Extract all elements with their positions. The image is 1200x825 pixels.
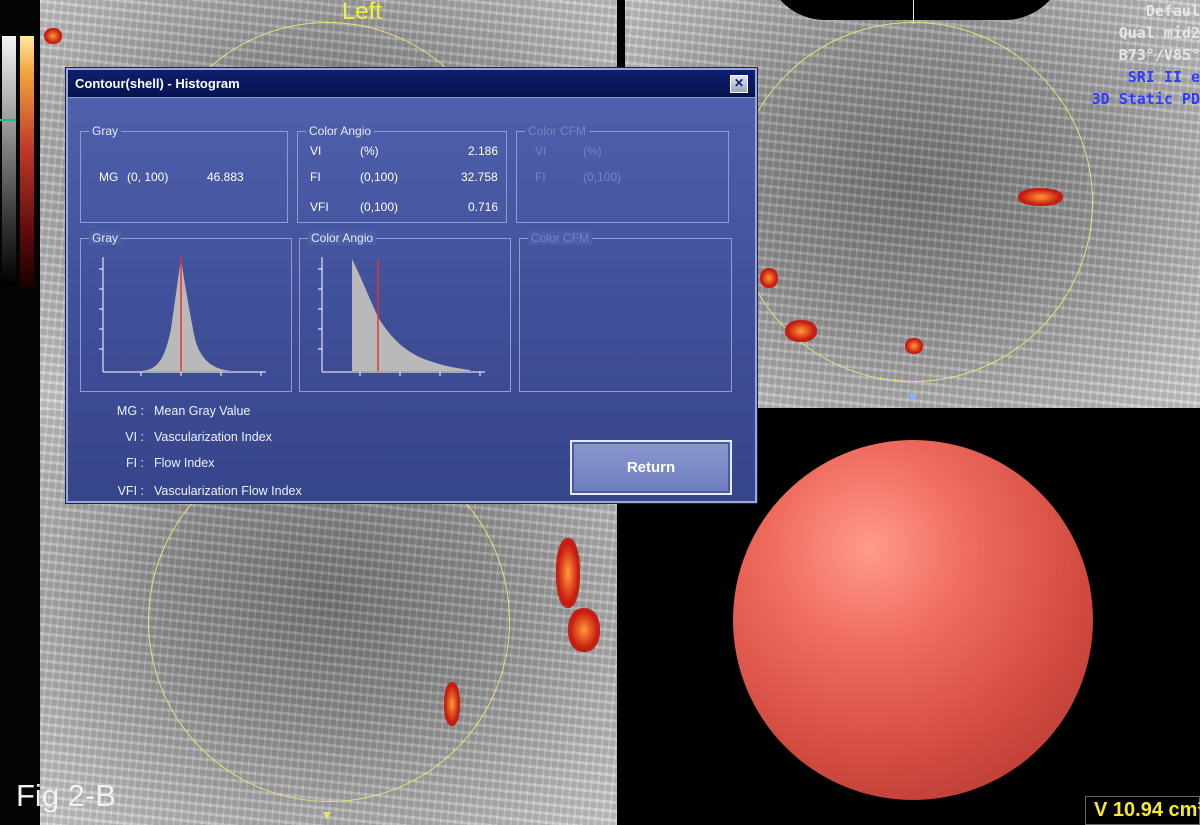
color-scale-bar <box>20 36 34 286</box>
flow-signal <box>568 608 600 652</box>
acquisition-info: Defaul Qual mid2 B73°/V85° SRI II e 3D S… <box>1092 0 1200 110</box>
gray-scale-bar <box>2 36 16 286</box>
note-text: Flow Index <box>154 456 215 470</box>
dialog-titlebar[interactable]: Contour(shell) - Histogram <box>68 70 755 98</box>
info-angles: B73°/V85° <box>1118 46 1200 64</box>
note-abbr: MG : <box>116 404 144 418</box>
gray-stats-group: Gray MG (0, 100) 46.883 <box>80 124 288 223</box>
flow-signal <box>44 28 62 44</box>
flow-signal <box>785 320 817 342</box>
cfm-fi-label: FI <box>535 170 546 184</box>
fi-range: (0,100) <box>360 170 399 184</box>
marker-arrow-icon <box>909 394 917 402</box>
return-button[interactable]: Return <box>570 440 732 495</box>
colorbar-panel <box>0 0 40 825</box>
color-angio-histogram <box>318 257 485 376</box>
group-legend: Color CFM <box>528 231 593 245</box>
note-abbr: VFI : <box>117 484 144 498</box>
color-cfm-histogram-group: Color CFM <box>519 231 732 392</box>
flow-signal <box>444 682 460 726</box>
close-icon[interactable]: ✕ <box>730 75 748 93</box>
histogram-bars <box>352 259 470 371</box>
note-abbr: VI : <box>125 430 144 444</box>
group-legend: Color CFM <box>525 124 590 138</box>
cfm-vi-label: VI <box>535 144 547 158</box>
marker-arrow-icon <box>323 812 331 820</box>
vfi-label: VFI <box>310 200 329 214</box>
dialog-title: Contour(shell) - Histogram <box>75 76 240 91</box>
note-abbr: FI : <box>125 456 144 470</box>
info-mode: 3D Static PD <box>1091 90 1200 108</box>
group-legend: Gray <box>89 124 122 138</box>
mg-label: MG <box>99 170 119 184</box>
vi-label: VI <box>310 144 322 158</box>
info-preset: Defaul <box>1145 2 1200 20</box>
flow-signal <box>556 538 580 608</box>
note-text: Vascularization Flow Index <box>154 484 302 498</box>
color-cfm-stats-group: Color CFM VI (%) FI (0,100) <box>516 124 729 223</box>
vi-value: 2.186 <box>468 144 499 158</box>
figure-label: Fig 2-B <box>16 778 116 813</box>
vfi-range: (0,100) <box>360 200 399 214</box>
cfm-vi-range: (%) <box>583 144 602 158</box>
group-legend: Color Angio <box>306 124 375 138</box>
volume-render-sphere[interactable] <box>733 440 1093 800</box>
info-quality: Qual mid2 <box>1118 24 1200 42</box>
note-fi: FI : Flow Index <box>68 456 215 470</box>
fi-value: 32.758 <box>461 170 498 184</box>
note-mg: MG : Mean Gray Value <box>68 404 250 418</box>
note-text: Vascularization Index <box>154 430 272 444</box>
histogram-bars <box>141 259 231 371</box>
view-label: Left <box>342 0 383 25</box>
color-angio-stats-group: Color Angio VI (%) 2.186 FI (0,100) 32.7… <box>297 124 507 223</box>
cfm-fi-range: (0,100) <box>583 170 622 184</box>
flow-signal <box>905 338 923 354</box>
flow-signal <box>760 268 778 288</box>
note-vfi: VFI : Vascularization Flow Index <box>68 484 302 498</box>
info-sri: SRI II e <box>1127 68 1200 86</box>
vi-range: (%) <box>360 144 379 158</box>
volume-readout: V 10.94 cm³ <box>1085 796 1200 825</box>
scan-edge <box>765 0 1065 20</box>
mg-range: (0, 100) <box>127 170 169 184</box>
color-angio-histogram-group: Color Angio <box>299 231 511 392</box>
note-text: Mean Gray Value <box>154 404 251 418</box>
mg-value: 46.883 <box>207 170 244 184</box>
gray-histogram <box>99 257 266 376</box>
gray-histogram-group: Gray <box>80 231 292 392</box>
histogram-dialog: Contour(shell) - Histogram ✕ Gray MG (0,… <box>66 68 757 503</box>
vfi-value: 0.716 <box>468 200 499 214</box>
flow-signal <box>1018 188 1063 206</box>
scale-marker <box>0 119 16 121</box>
axis-marker <box>913 0 914 24</box>
note-vi: VI : Vascularization Index <box>68 430 272 444</box>
fi-label: FI <box>310 170 321 184</box>
